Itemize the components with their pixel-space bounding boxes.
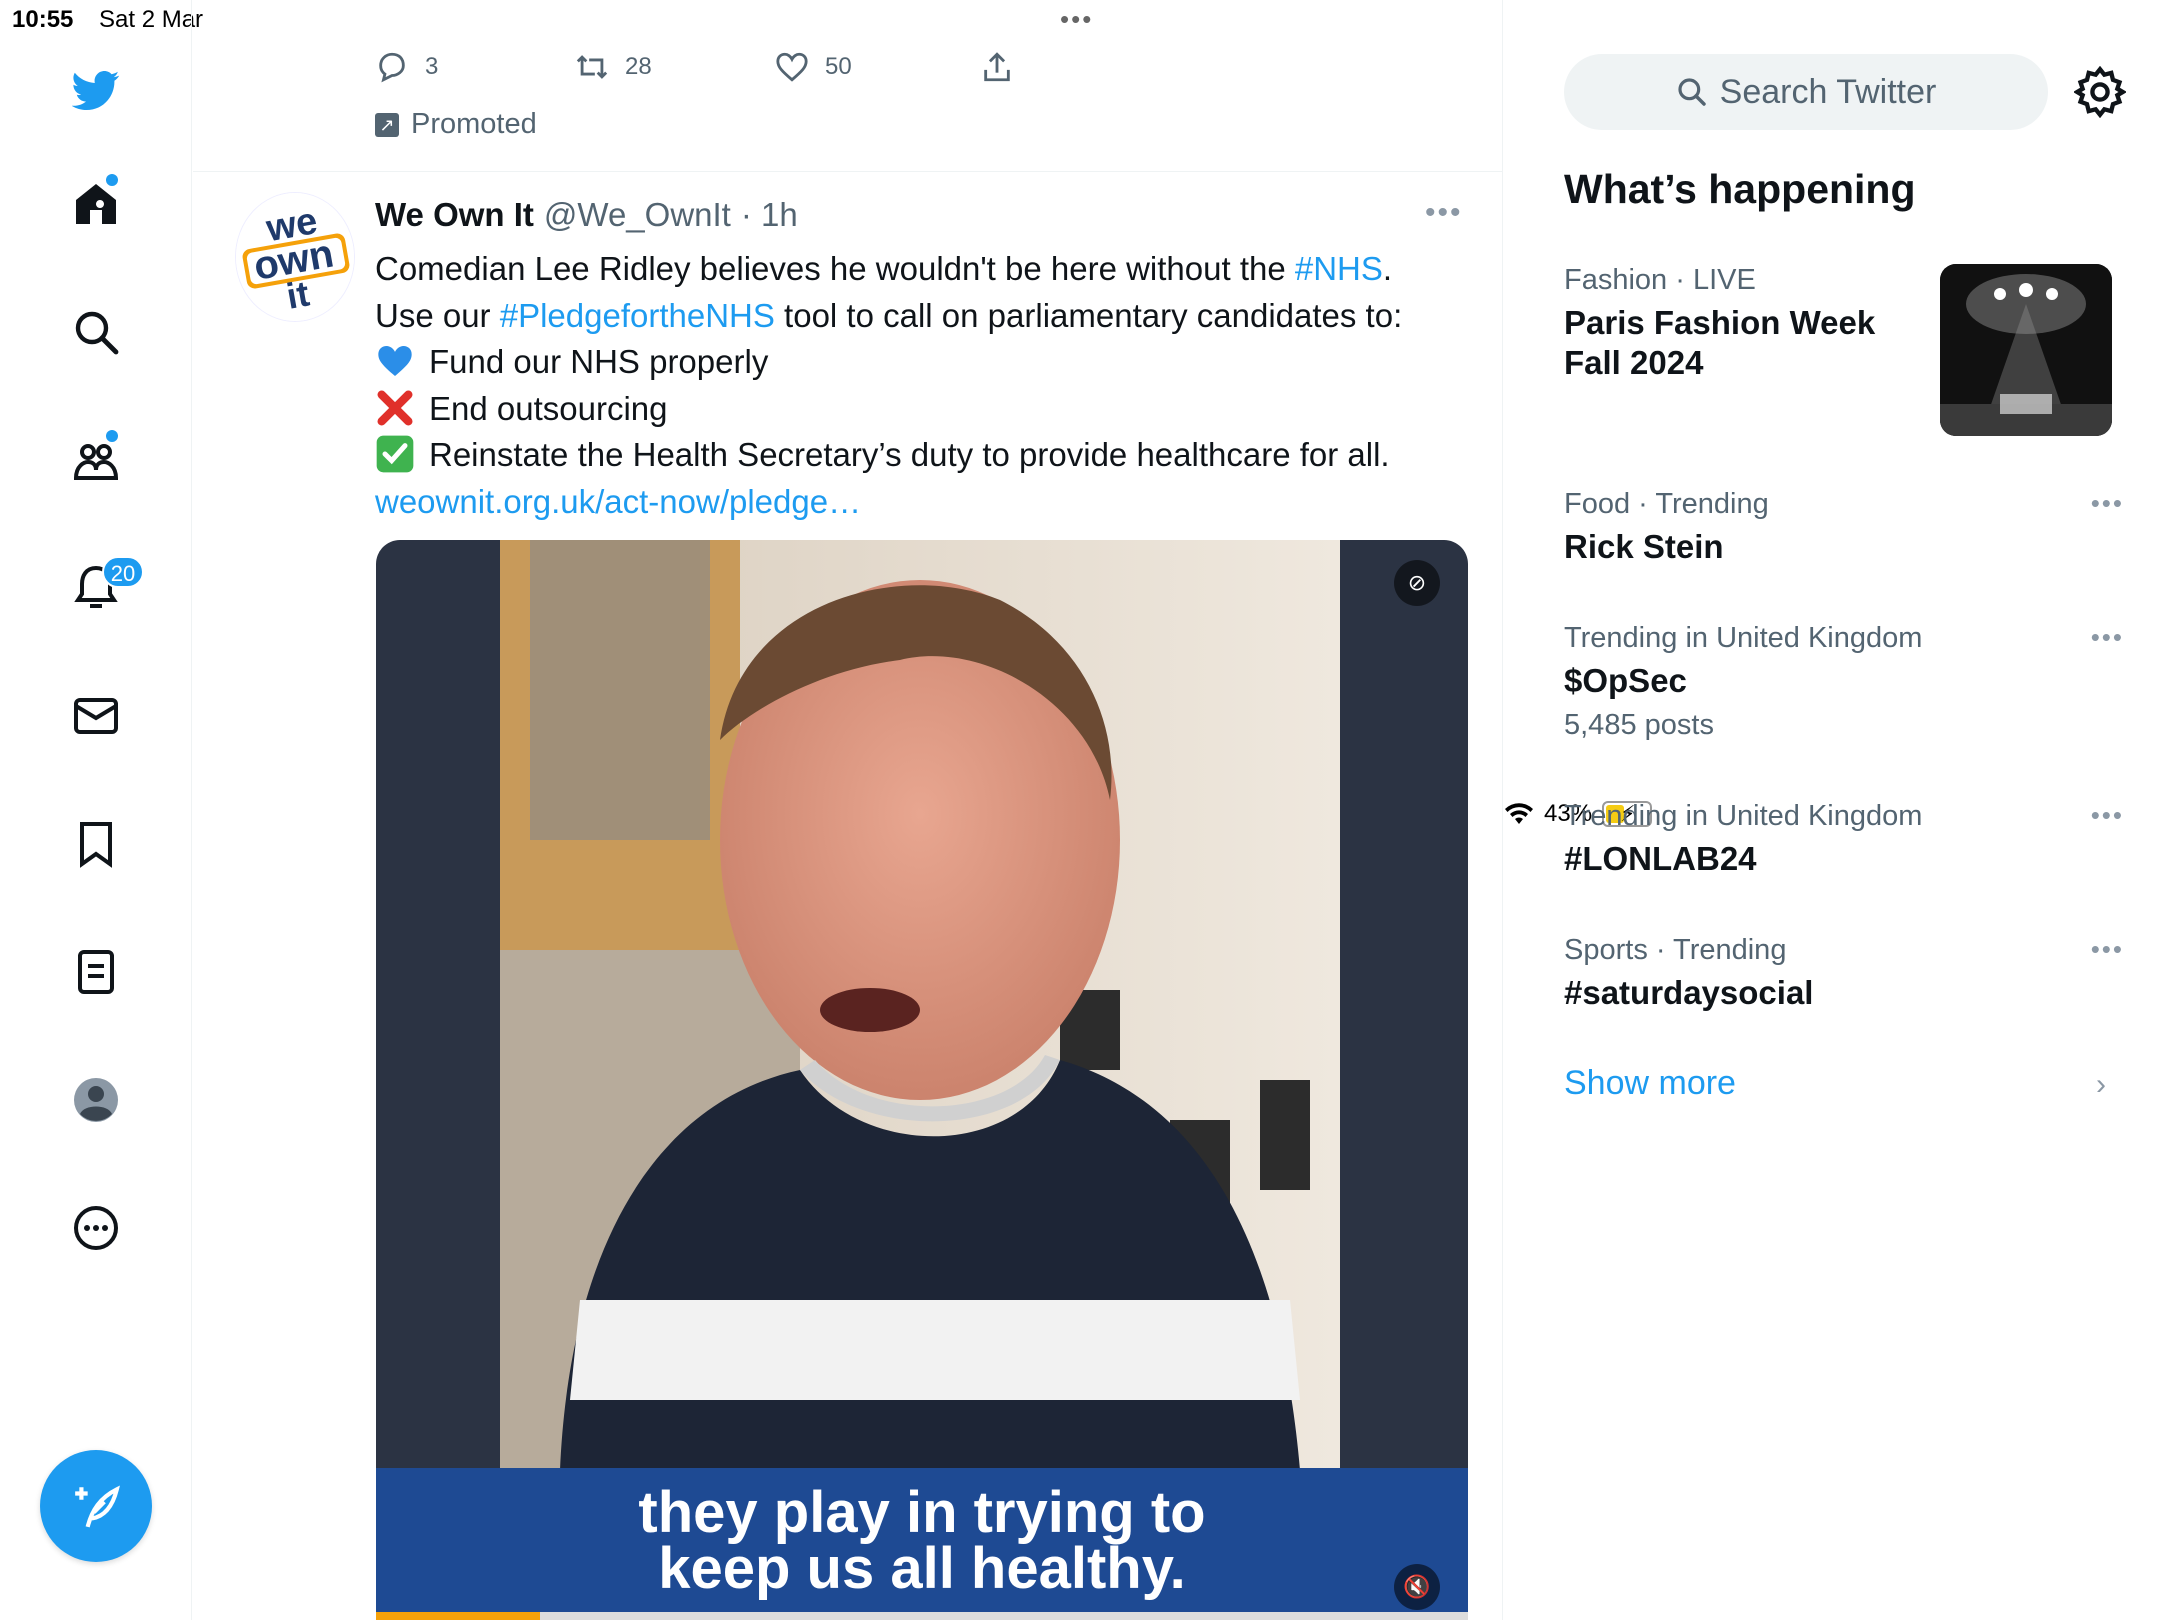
tweet-video[interactable]: ⊘ they play in trying to keep us all hea… — [376, 540, 1468, 1620]
promoted-icon: ↗ — [375, 112, 399, 137]
tweet-text: Comedian Lee Ridley believes he wouldn't… — [375, 246, 1475, 525]
hashtag-pledgeforthenhs[interactable]: #PledgefortheNHS — [500, 297, 775, 334]
retweet-count: 28 — [625, 53, 652, 80]
trend-item[interactable]: Food · Trending Rick Stein ••• — [1564, 488, 2124, 567]
like-count: 50 — [825, 53, 852, 80]
profile-icon[interactable] — [66, 1070, 126, 1130]
tweet-more-icon[interactable]: ••• — [1425, 196, 1463, 230]
trend-title: Rick Stein — [1564, 528, 1724, 565]
tweet-bullet-1: Fund our NHS properly — [375, 339, 1475, 386]
tweet-line-1-text: Comedian Lee Ridley believes he wouldn't… — [375, 250, 1295, 287]
chevron-right-icon[interactable]: › — [2096, 1068, 2106, 1102]
tweet-link[interactable]: weownit.org.uk/act-now/pledge… — [375, 483, 861, 520]
whats-happening-title: What’s happening — [1564, 166, 1916, 212]
messages-icon[interactable] — [66, 686, 126, 746]
video-caption-line-2: keep us all healthy. — [658, 1535, 1186, 1601]
like-button[interactable]: 50 — [775, 50, 852, 84]
right-sidebar: Search Twitter What’s happening Fashion … — [1504, 0, 2160, 1620]
trend-thumbnail[interactable] — [1940, 264, 2112, 436]
home-unread-dot — [106, 174, 118, 186]
video-progress-fill — [376, 1612, 540, 1620]
red-cross-icon — [377, 390, 413, 425]
tweet-line-1: Comedian Lee Ridley believes he wouldn't… — [375, 246, 1475, 293]
trend-title: #saturdaysocial — [1564, 974, 1814, 1011]
trend-item[interactable]: Trending in United Kingdom #LONLAB24 ••• — [1564, 800, 2124, 879]
trend-category: Sports · Trending — [1564, 934, 1787, 966]
bullet-1-text: Fund our NHS properly — [429, 343, 769, 380]
search-icon[interactable] — [66, 302, 126, 362]
share-button[interactable] — [980, 50, 1014, 84]
tweet-line-2-start: Use our — [375, 296, 500, 334]
trend-category: Fashion · LIVE — [1564, 264, 1756, 296]
trend-more-icon[interactable]: ••• — [2091, 488, 2124, 519]
retweet-button[interactable]: 28 — [575, 50, 652, 84]
trend-post-count: 5,485 posts — [1564, 709, 1714, 741]
tweet-header: We Own It @We_OwnIt · 1h — [375, 196, 798, 234]
share-icon — [984, 52, 1010, 82]
author-name[interactable]: We Own It — [375, 196, 534, 234]
trend-category: Trending in United Kingdom — [1564, 622, 1923, 654]
hashtag-nhs[interactable]: #NHS — [1295, 250, 1383, 287]
blue-heart-icon — [378, 346, 412, 376]
feed-column: 3 28 50 ↗ Promoted we own it We Own It @… — [193, 0, 1503, 1620]
check-mark-icon — [376, 435, 414, 473]
trend-more-icon[interactable]: ••• — [2091, 800, 2124, 831]
mute-icon[interactable]: 🔇 — [1394, 1564, 1440, 1610]
video-frame — [500, 540, 1340, 1470]
trend-more-icon[interactable]: ••• — [2091, 622, 2124, 653]
promoted-label: ↗ Promoted — [375, 108, 537, 141]
reply-icon — [379, 52, 405, 83]
reply-count: 3 — [425, 53, 439, 80]
tweet-time[interactable]: · 1h — [741, 196, 798, 234]
trend-category: Trending in United Kingdom — [1564, 800, 1923, 832]
hide-captions-icon[interactable]: ⊘ — [1394, 560, 1440, 606]
tweet-line-1-end: . — [1382, 250, 1393, 287]
trend-item[interactable]: Sports · Trending #saturdaysocial ••• — [1564, 934, 2124, 1013]
compose-button[interactable] — [40, 1450, 152, 1562]
tweet-divider — [193, 171, 1503, 172]
reply-button[interactable]: 3 — [375, 50, 438, 84]
heart-icon — [776, 52, 808, 82]
bullet-3-text: Reinstate the Health Secretary’s duty to… — [429, 436, 1390, 473]
trend-title: $OpSec — [1564, 662, 1687, 699]
trend-item[interactable]: Fashion · LIVE Paris Fashion Week Fall 2… — [1564, 264, 1934, 383]
trend-category: Food · Trending — [1564, 488, 1769, 520]
tweet-line-2: Use our #PledgefortheNHS tool to call on… — [375, 293, 1475, 340]
notifications-badge: 20 — [102, 556, 144, 588]
trend-more-icon[interactable]: ••• — [2091, 934, 2124, 965]
show-more-link[interactable]: Show more — [1564, 1064, 1736, 1103]
settings-gear-icon[interactable] — [2073, 65, 2127, 119]
video-caption-line-1: they play in trying to — [638, 1479, 1206, 1545]
search-icon — [1678, 78, 1706, 106]
video-progress-bar[interactable] — [376, 1612, 1468, 1620]
tweet-link-line: weownit.org.uk/act-now/pledge… — [375, 479, 1475, 526]
tweet-bullet-2: End outsourcing — [375, 386, 1475, 433]
twitter-bird-icon[interactable] — [66, 60, 126, 120]
bookmarks-icon[interactable] — [66, 814, 126, 874]
compose-icon — [75, 1485, 120, 1528]
trend-item[interactable]: Trending in United Kingdom $OpSec 5,485 … — [1564, 622, 2124, 742]
trend-title: Paris Fashion Week Fall 2024 — [1564, 304, 1876, 381]
prev-tweet-actions: 3 28 50 — [375, 50, 1055, 90]
communities-unread-dot — [106, 430, 118, 442]
video-caption: they play in trying to keep us all healt… — [376, 1468, 1468, 1613]
author-avatar[interactable]: we own it — [235, 192, 355, 322]
search-input[interactable]: Search Twitter — [1564, 54, 2048, 130]
promoted-text: Promoted — [411, 108, 537, 140]
more-icon[interactable] — [66, 1198, 126, 1258]
tweet-bullet-3: Reinstate the Health Secretary’s duty to… — [375, 432, 1475, 479]
search-placeholder: Search Twitter — [1719, 72, 1937, 111]
trend-title: #LONLAB24 — [1564, 840, 1757, 877]
bullet-2-text: End outsourcing — [429, 389, 668, 427]
lists-icon[interactable] — [66, 942, 126, 1002]
tweet-line-2-end: tool to call on parliamentary candidates… — [774, 296, 1403, 334]
left-nav: 20 — [0, 0, 192, 1620]
retweet-icon — [576, 55, 608, 79]
author-handle[interactable]: @We_OwnIt — [544, 196, 731, 234]
